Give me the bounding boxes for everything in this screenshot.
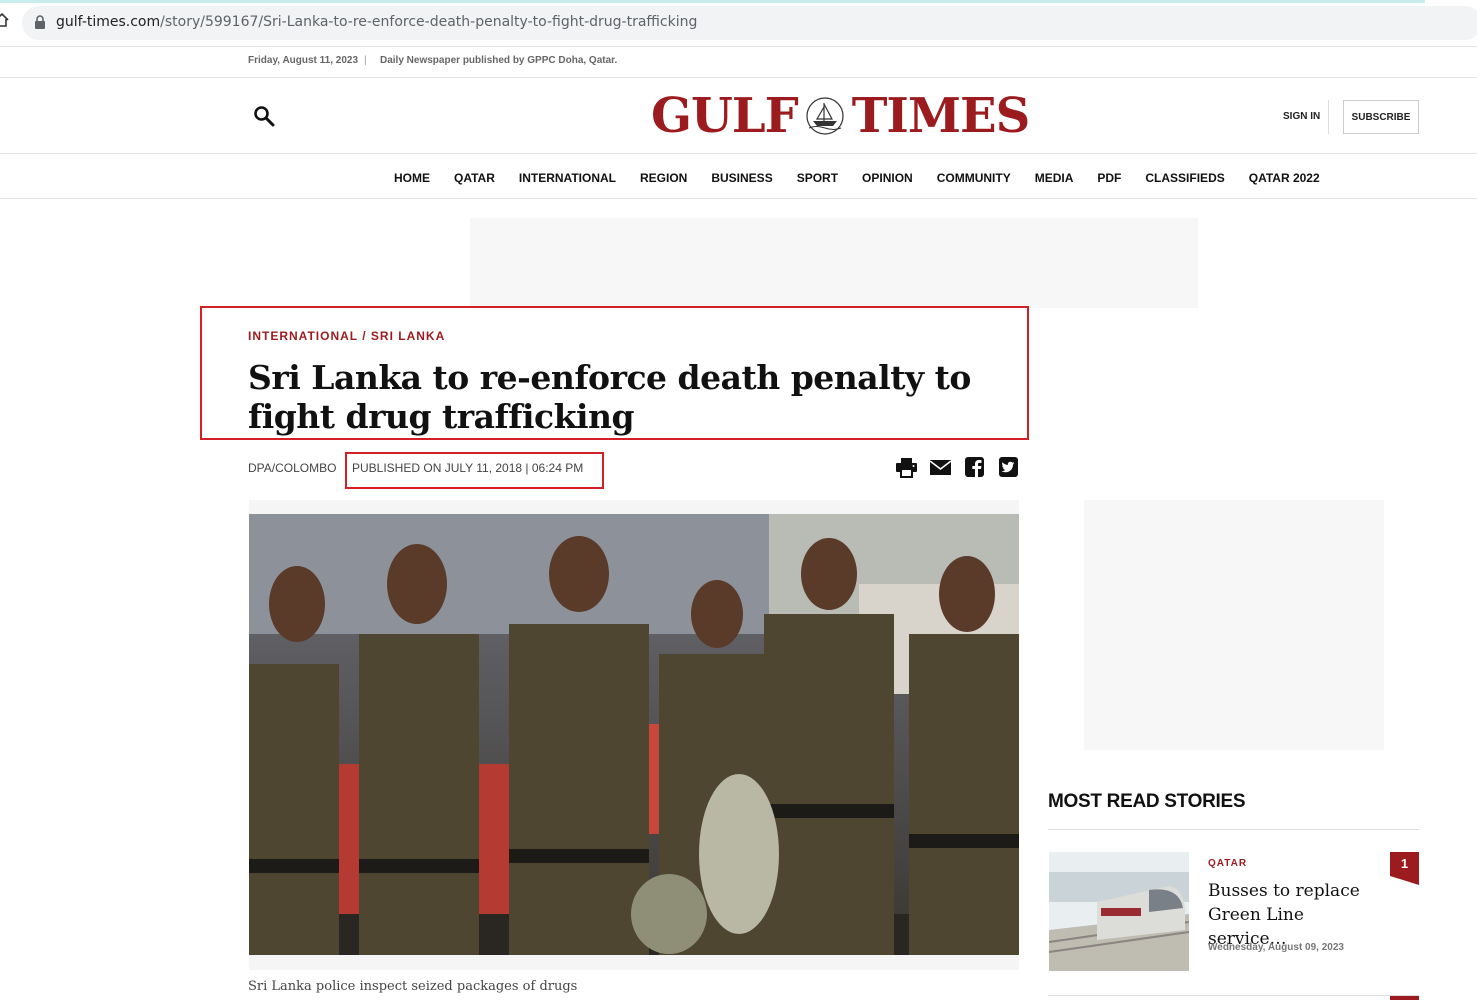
nav-item-classifieds[interactable]: CLASSIFIEDS [1145, 171, 1224, 185]
url-host: gulf-times.com [56, 14, 161, 30]
nav-item-pdf[interactable]: PDF [1097, 171, 1121, 185]
print-icon[interactable] [895, 456, 918, 478]
nav-item-region[interactable]: REGION [640, 171, 687, 185]
nav-item-community[interactable]: COMMUNITY [937, 171, 1011, 185]
category-sri-lanka-link[interactable]: SRI LANKA [371, 329, 445, 343]
most-read-divider [1048, 829, 1419, 830]
browser-toolbar: gulf-times.com/story/599167/Sri-Lanka-to… [0, 0, 1477, 46]
article-headline: Sri Lanka to re-enforce death penalty to… [248, 358, 971, 436]
lock-icon[interactable] [34, 15, 46, 29]
photo-caption: Sri Lanka police inspect seized packages… [248, 979, 578, 994]
publisher-tagline: Daily Newspaper published by GPPC Doha, … [380, 55, 618, 66]
strip-separator: | [364, 55, 367, 66]
logo-word-right: TIMES [851, 88, 1031, 144]
article-category: INTERNATIONAL / SRI LANKA [248, 329, 445, 343]
published-date: PUBLISHED ON JULY 11, 2018 | 06:24 PM [352, 461, 584, 475]
rank-badge-2 [1390, 996, 1419, 1000]
dhow-emblem-icon [806, 97, 844, 135]
masthead: GULF TIMES SIGN IN SUBSCRIBE [0, 78, 1477, 154]
top-info-strip: Friday, August 11, 2023 | Daily Newspape… [0, 46, 1477, 78]
home-icon[interactable] [0, 12, 10, 28]
rank-number: 1 [1400, 856, 1409, 871]
site-logo[interactable]: GULF TIMES [651, 88, 1031, 144]
category-international-link[interactable]: INTERNATIONAL [248, 329, 358, 343]
nav-item-business[interactable]: BUSINESS [711, 171, 772, 185]
main-nav: HOME QATAR INTERNATIONAL REGION BUSINESS… [0, 155, 1477, 199]
most-read-headline[interactable]: Busses to replace Green Line service… [1208, 879, 1378, 951]
nav-item-qatar[interactable]: QATAR [454, 171, 495, 185]
leaderboard-ad [470, 218, 1198, 308]
article-byline: DPA/COLOMBO [248, 461, 337, 475]
logo-word-left: GULF [651, 88, 799, 144]
category-separator: / [357, 329, 371, 343]
search-icon[interactable] [252, 104, 276, 128]
nav-item-international[interactable]: INTERNATIONAL [519, 171, 616, 185]
most-read-divider-2 [1048, 995, 1419, 996]
most-read-title: MOST READ STORIES [1048, 791, 1246, 812]
subscribe-button[interactable]: SUBSCRIBE [1343, 100, 1419, 134]
nav-item-qatar-2022[interactable]: QATAR 2022 [1249, 171, 1320, 185]
sidebar-ad [1084, 500, 1384, 750]
email-icon[interactable] [929, 456, 952, 478]
most-read-thumbnail[interactable] [1049, 852, 1189, 971]
metro-train-image [1049, 852, 1189, 971]
sign-in-link[interactable]: SIGN IN [1283, 111, 1320, 122]
most-read-date: Wednesday, August 09, 2023 [1208, 942, 1344, 953]
police-photo-illustration [249, 514, 1019, 955]
nav-item-media[interactable]: MEDIA [1035, 171, 1074, 185]
loading-bar [0, 0, 1425, 3]
nav-item-opinion[interactable]: OPINION [862, 171, 913, 185]
url-path: /story/599167/Sri-Lanka-to-re-enforce-de… [160, 14, 698, 30]
nav-item-sport[interactable]: SPORT [797, 171, 838, 185]
facebook-icon[interactable] [963, 456, 986, 478]
masthead-divider [1328, 100, 1329, 134]
share-toolbar [895, 456, 1020, 478]
most-read-category[interactable]: QATAR [1208, 858, 1247, 869]
url-text[interactable]: gulf-times.com/story/599167/Sri-Lanka-to… [56, 14, 697, 30]
twitter-icon[interactable] [997, 456, 1020, 478]
nav-item-home[interactable]: HOME [394, 171, 430, 185]
current-date: Friday, August 11, 2023 [248, 55, 359, 66]
article-photo[interactable] [249, 514, 1019, 955]
address-bar[interactable]: gulf-times.com/story/599167/Sri-Lanka-to… [22, 6, 1477, 40]
